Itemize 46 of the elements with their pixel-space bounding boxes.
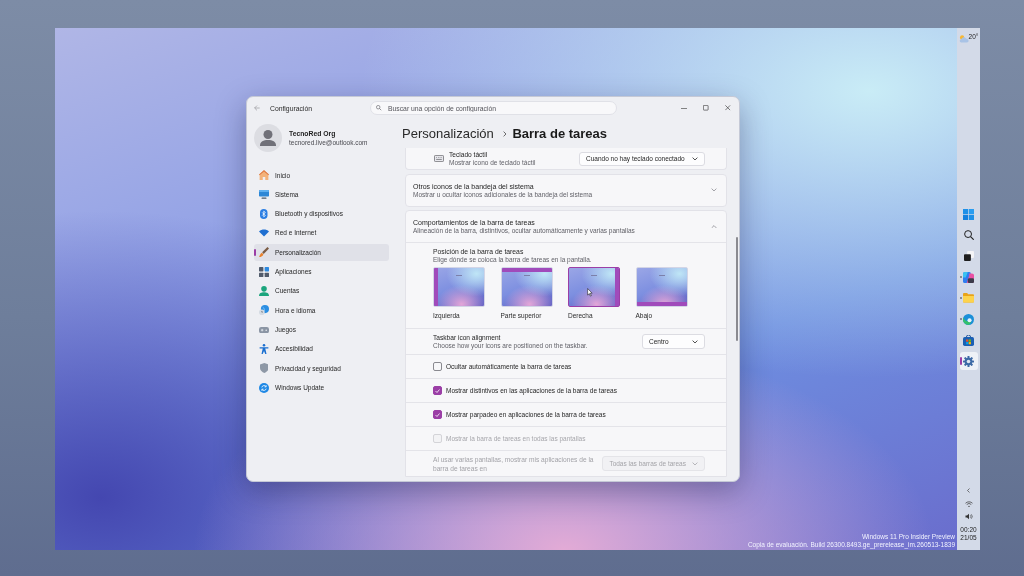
multicolor-app-icon (963, 271, 974, 283)
close-icon (725, 105, 731, 111)
checkbox[interactable] (433, 386, 442, 395)
bluetooth-icon (260, 208, 268, 219)
checkmark-icon (435, 388, 440, 393)
volume-icon[interactable] (964, 513, 973, 520)
page-title: Barra de tareas (512, 125, 608, 142)
back-arrow-icon (254, 105, 260, 111)
avatar-icon (254, 124, 282, 152)
chevron-up-icon[interactable] (711, 224, 717, 229)
taskbar-position-option[interactable] (568, 267, 620, 307)
overlapping-squares-icon (963, 251, 974, 261)
maximize-icon (703, 105, 709, 111)
keyboard-icon (434, 155, 444, 162)
shopping-bag-icon (963, 334, 974, 346)
checkmark-icon (435, 412, 440, 417)
chevron-down-icon (692, 461, 698, 466)
search-icon (376, 105, 382, 111)
shield-icon (259, 363, 269, 374)
globe-clock-icon (259, 305, 269, 316)
folder-icon (963, 293, 974, 303)
chevron-left-icon (967, 488, 970, 493)
chevron-down-icon (692, 156, 698, 161)
chevron-down-icon (692, 339, 698, 344)
chevron-right-icon (502, 130, 507, 137)
paintbrush-icon (259, 247, 269, 258)
mouse-pointer-icon (587, 288, 593, 297)
swirl-icon (963, 313, 974, 325)
accessibility-icon (259, 343, 269, 354)
minimize-icon (681, 107, 687, 109)
chevron-down-icon[interactable] (711, 188, 717, 192)
breadcrumb-link[interactable]: Personalización (402, 125, 494, 142)
four-tiles-icon (963, 208, 974, 220)
checkbox[interactable] (433, 362, 442, 371)
wifi-icon[interactable] (964, 500, 973, 507)
person-icon (259, 285, 269, 296)
wifi-icon (259, 229, 269, 237)
app-grid-icon (259, 266, 269, 277)
monitor-icon (259, 189, 269, 199)
refresh-icon (259, 382, 269, 393)
home-icon (259, 170, 269, 180)
scrollbar-thumb[interactable] (736, 237, 738, 341)
search-icon (963, 230, 974, 240)
gamepad-icon (259, 326, 269, 333)
gear-icon (963, 355, 974, 367)
checkbox[interactable] (433, 410, 442, 419)
